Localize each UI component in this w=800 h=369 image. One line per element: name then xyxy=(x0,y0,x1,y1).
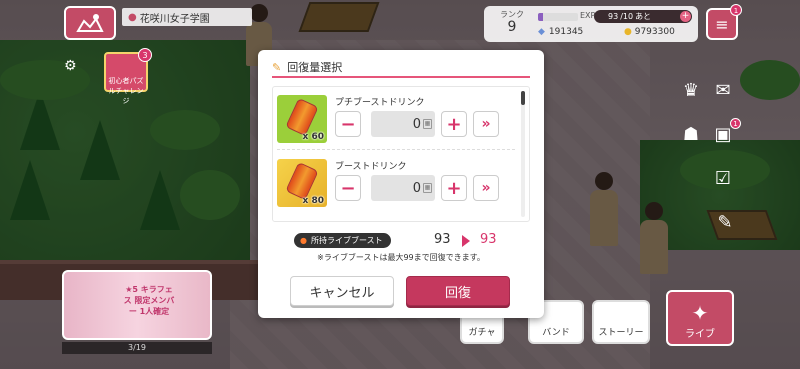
owned-boost-label: ● 所持ライブブースト xyxy=(294,233,391,248)
event-badge: 3 xyxy=(138,48,152,62)
mail-icon[interactable]: ✉ xyxy=(710,78,736,104)
star-icon: ● xyxy=(624,27,632,37)
coins-value: 191345 xyxy=(548,27,584,37)
location-label: ● 花咲川女子学園 xyxy=(122,8,252,26)
plus-button[interactable]: + xyxy=(441,111,467,137)
item-count: x 80 xyxy=(302,196,324,206)
live-points: 93 /10 あと + xyxy=(594,10,692,23)
live-icon: ✦ xyxy=(691,301,709,325)
coins: ◆ 191345 xyxy=(538,27,583,37)
scroll-thumb[interactable] xyxy=(521,91,525,105)
recovery-note: ※ライブブーストは最大99まで回復できます。 xyxy=(317,253,485,262)
owned-boost-current: 93 xyxy=(434,232,451,247)
list-item: x 80 ブーストドリンク − 0 ▦ + » xyxy=(277,155,515,211)
recover-button[interactable]: 回復 xyxy=(406,276,510,306)
map-icon xyxy=(76,14,104,32)
location-pin-icon: ● xyxy=(128,11,137,23)
owned-boost-after: 93 xyxy=(480,232,497,247)
live-points-max: /10 xyxy=(620,12,634,21)
event-button[interactable]: 初心者パズルチャレンジ 3 xyxy=(104,48,152,105)
dialog-title-text: 回復量選択 xyxy=(287,61,343,74)
owned-boost-row: ● 所持ライブブースト 93 93 xyxy=(294,232,514,250)
plus-button[interactable]: + xyxy=(441,175,467,201)
mission-icon[interactable]: ☑ xyxy=(710,166,736,192)
status-panel: ランク 9 EXP 12% 93 /10 あと + ◆ 191345 ● 979… xyxy=(484,6,698,42)
present-badge: 1 xyxy=(730,118,741,129)
rank-box: ランク 9 xyxy=(490,9,534,34)
scrollbar[interactable] xyxy=(521,91,525,217)
calculator-icon: ▦ xyxy=(423,183,432,193)
calculator-icon: ▦ xyxy=(423,119,432,129)
shop-icon[interactable]: ☗ xyxy=(678,122,704,148)
quantity-field[interactable]: 0 ▦ xyxy=(371,111,435,137)
rank-value: 9 xyxy=(507,19,517,35)
drink-can-icon xyxy=(285,97,319,137)
dialog-title: ✎ 回復量選択 xyxy=(272,58,530,78)
list-item: x 60 プチブーストドリンク − 0 ▦ + » xyxy=(277,91,515,150)
location-name: 花咲川女子学園 xyxy=(139,13,210,25)
cancel-button[interactable]: キャンセル xyxy=(290,276,394,306)
item-name: プチブーストドリンク xyxy=(335,98,425,108)
add-live-points-button[interactable]: + xyxy=(680,11,691,22)
flame-icon: ● xyxy=(300,236,307,245)
menu-icon: ≡ xyxy=(715,14,729,34)
banner-text: ★5 キラフェス 限定メンバー 1人確定 xyxy=(123,285,175,316)
story-button[interactable]: ストーリー xyxy=(592,300,650,344)
live-button[interactable]: ✦ ライブ xyxy=(666,290,734,346)
camera-icon[interactable]: ⚙ xyxy=(64,58,84,76)
item-name: ブーストドリンク xyxy=(335,162,407,172)
crown-icon[interactable]: ♛ xyxy=(678,78,704,104)
stars: ● 9793300 xyxy=(624,27,675,37)
max-button[interactable]: » xyxy=(473,175,499,201)
recovery-dialog: ✎ 回復量選択 x 60 プチブーストドリンク − 0 ▦ + » x 80 ブ… xyxy=(258,50,544,318)
minus-button[interactable]: − xyxy=(335,111,361,137)
banner-counter: 3/19 xyxy=(62,342,212,354)
menu-badge: 1 xyxy=(730,4,742,16)
coin-icon: ◆ xyxy=(538,27,545,37)
quantity-value: 0 xyxy=(412,180,421,196)
item-count: x 60 xyxy=(302,132,324,142)
minus-button[interactable]: − xyxy=(335,175,361,201)
pin-icon[interactable]: ✎ xyxy=(712,210,738,236)
item-list[interactable]: x 60 プチブーストドリンク − 0 ▦ + » x 80 ブーストドリンク … xyxy=(272,86,530,222)
exp-bar xyxy=(538,13,578,21)
stars-value: 9793300 xyxy=(634,27,675,37)
event-banner[interactable]: ★5 キラフェス 限定メンバー 1人確定 xyxy=(62,270,212,340)
pencil-icon: ✎ xyxy=(272,60,282,74)
live-points-value: 93 xyxy=(608,12,619,21)
max-button[interactable]: » xyxy=(473,111,499,137)
drink-can-icon xyxy=(285,161,319,201)
arrow-right-icon xyxy=(462,235,470,247)
quantity-value: 0 xyxy=(412,116,421,132)
boost-drink-image: x 80 xyxy=(277,159,327,207)
exp-fill xyxy=(538,13,543,21)
live-points-suffix: あと xyxy=(635,12,652,21)
petit-boost-drink-image: x 60 xyxy=(277,95,327,143)
quantity-field[interactable]: 0 ▦ xyxy=(371,175,435,201)
map-button[interactable] xyxy=(64,6,116,40)
